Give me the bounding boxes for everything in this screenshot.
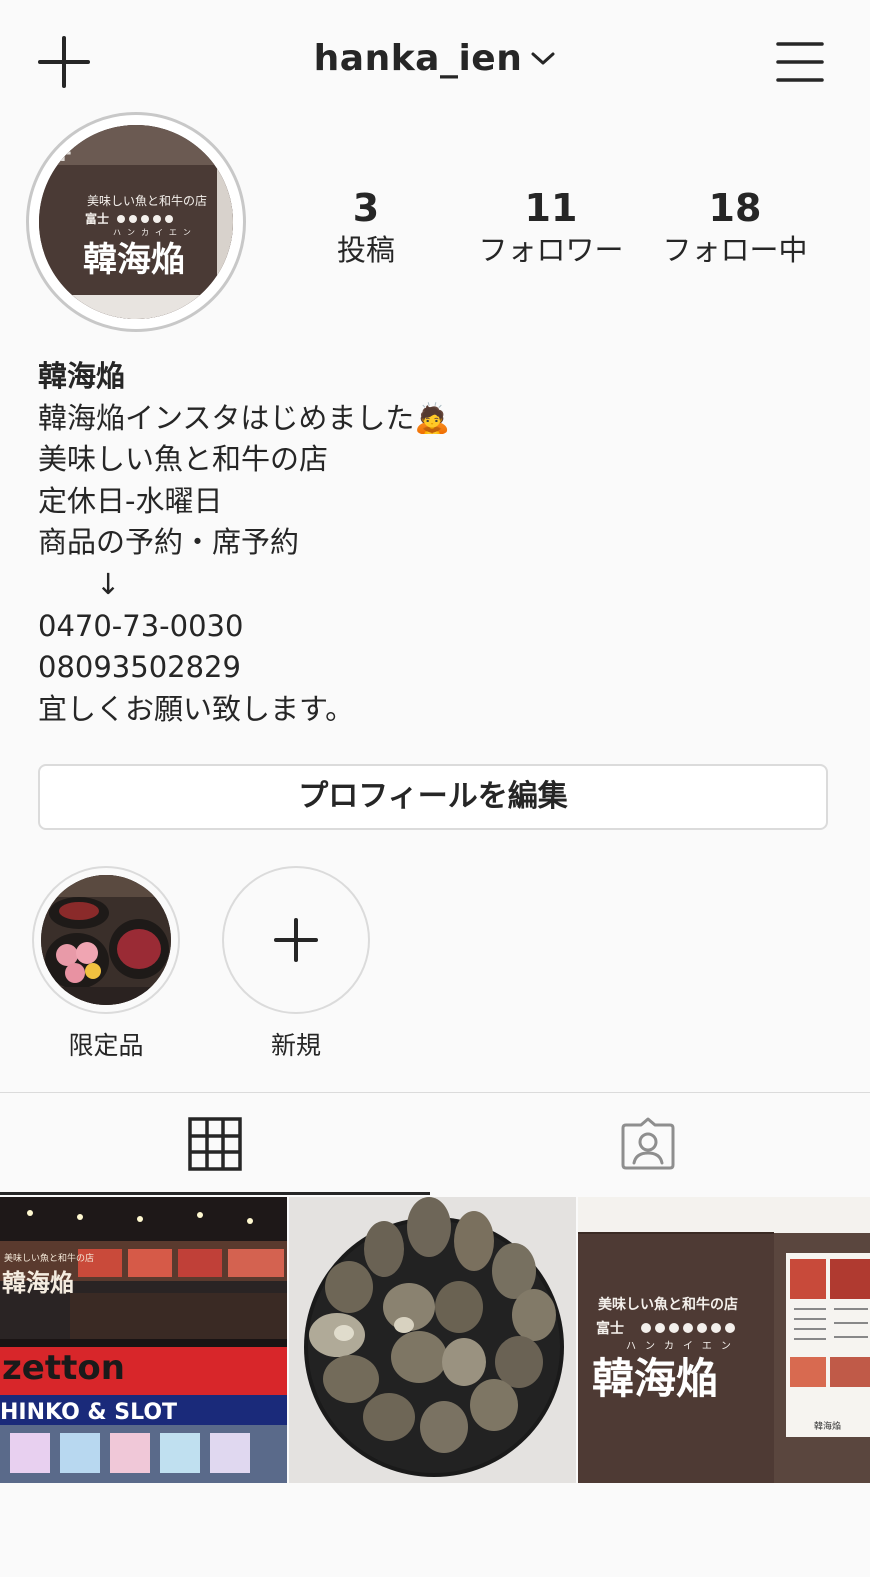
bio-name: 韓海焔 [38, 359, 126, 393]
svg-text:美味しい魚と和牛の店: 美味しい魚と和牛の店 [4, 1252, 94, 1264]
highlight-cover-image [41, 875, 171, 1005]
bio-line: 商品の予約・席予約 [38, 525, 300, 560]
highlight-ring [32, 866, 180, 1014]
bio-line: 韓海焔インスタはじめました🙇 [38, 400, 451, 435]
followers-label: フォロワー [478, 233, 624, 267]
bio-line: 定休日-水曜日 [38, 483, 223, 518]
highlight-limited[interactable]: 限定品 [32, 866, 180, 1062]
pachinko-sign: HINKO & SLOT [0, 1400, 177, 1425]
signboard-kana: ハンカイエン [626, 1340, 740, 1352]
tagged-icon [621, 1117, 675, 1170]
posts-count: 3 [352, 186, 380, 230]
avatar-image: F 美味しい魚と和牛の店 富士 ハンカイエン 韓海焔 [39, 125, 233, 319]
top-bar: hanka_ien [0, 0, 870, 120]
highlight-label: 限定品 [68, 1031, 144, 1060]
post-thumbnail[interactable] [289, 1197, 576, 1483]
following-count: 18 [708, 186, 762, 230]
storefront-sign: 韓海焔 [2, 1269, 74, 1297]
avatar-tagline: 美味しい魚と和牛の店 [87, 193, 207, 208]
tab-grid[interactable] [0, 1093, 430, 1195]
hamburger-menu-icon[interactable] [776, 40, 824, 84]
avatar-store: 富士 [85, 211, 109, 226]
highlight-ring [222, 866, 370, 1014]
username[interactable]: hanka_ien [314, 38, 523, 79]
bio-line: 宜しくお願い致します。 [38, 691, 355, 726]
post-thumbnail[interactable]: 美味しい魚と和牛の店 韓海焔 zetton HINKO & SLOT [0, 1197, 287, 1483]
profile-avatar[interactable]: F 美味しい魚と和牛の店 富士 ハンカイエン 韓海焔 [26, 112, 246, 332]
zetton-sign: zetton [2, 1348, 125, 1388]
menu-shop-name: 韓海焔 [814, 1420, 841, 1432]
stat-followers[interactable]: 11 フォロワー [461, 188, 641, 272]
avatar-kana: ハンカイエン [113, 228, 197, 237]
bio-arrow: ↓ [96, 566, 121, 601]
grid-icon [188, 1117, 242, 1171]
account-switcher[interactable]: hanka_ien [0, 38, 870, 79]
bio-line: 美味しい魚と和牛の店 [38, 442, 329, 477]
highlight-new[interactable]: 新規 [222, 866, 370, 1062]
followers-count: 11 [524, 186, 578, 230]
edit-profile-button[interactable]: プロフィールを編集 [38, 764, 828, 830]
profile-bio: 韓海焔 韓海焔インスタはじめました🙇 美味しい魚と和牛の店 定休日-水曜日 商品… [38, 356, 838, 730]
svg-text:F: F [59, 142, 73, 166]
following-label: フォロー中 [662, 233, 808, 267]
signboard-store: 富士 [596, 1320, 624, 1337]
bio-phone[interactable]: 08093502829 [38, 647, 838, 689]
signboard-tagline: 美味しい魚と和牛の店 [598, 1296, 738, 1313]
tab-tagged[interactable] [430, 1093, 870, 1195]
stat-following[interactable]: 18 フォロー中 [645, 188, 825, 272]
bio-phone[interactable]: 0470-73-0030 [38, 606, 838, 648]
post-thumbnail[interactable]: 美味しい魚と和牛の店 富士 ハンカイエン 韓海焔 韓海焔 [578, 1197, 870, 1483]
signboard-name: 韓海焔 [592, 1354, 718, 1403]
stat-posts[interactable]: 3 投稿 [276, 188, 456, 272]
posts-label: 投稿 [336, 233, 395, 267]
highlight-label: 新規 [270, 1031, 321, 1060]
avatar-shop-name: 韓海焔 [83, 240, 185, 280]
post-grid: 美味しい魚と和牛の店 韓海焔 zetton HINKO & SLOT 美味しい魚… [0, 1197, 870, 1483]
plus-icon [274, 918, 318, 962]
chevron-down-icon[interactable] [530, 50, 556, 68]
